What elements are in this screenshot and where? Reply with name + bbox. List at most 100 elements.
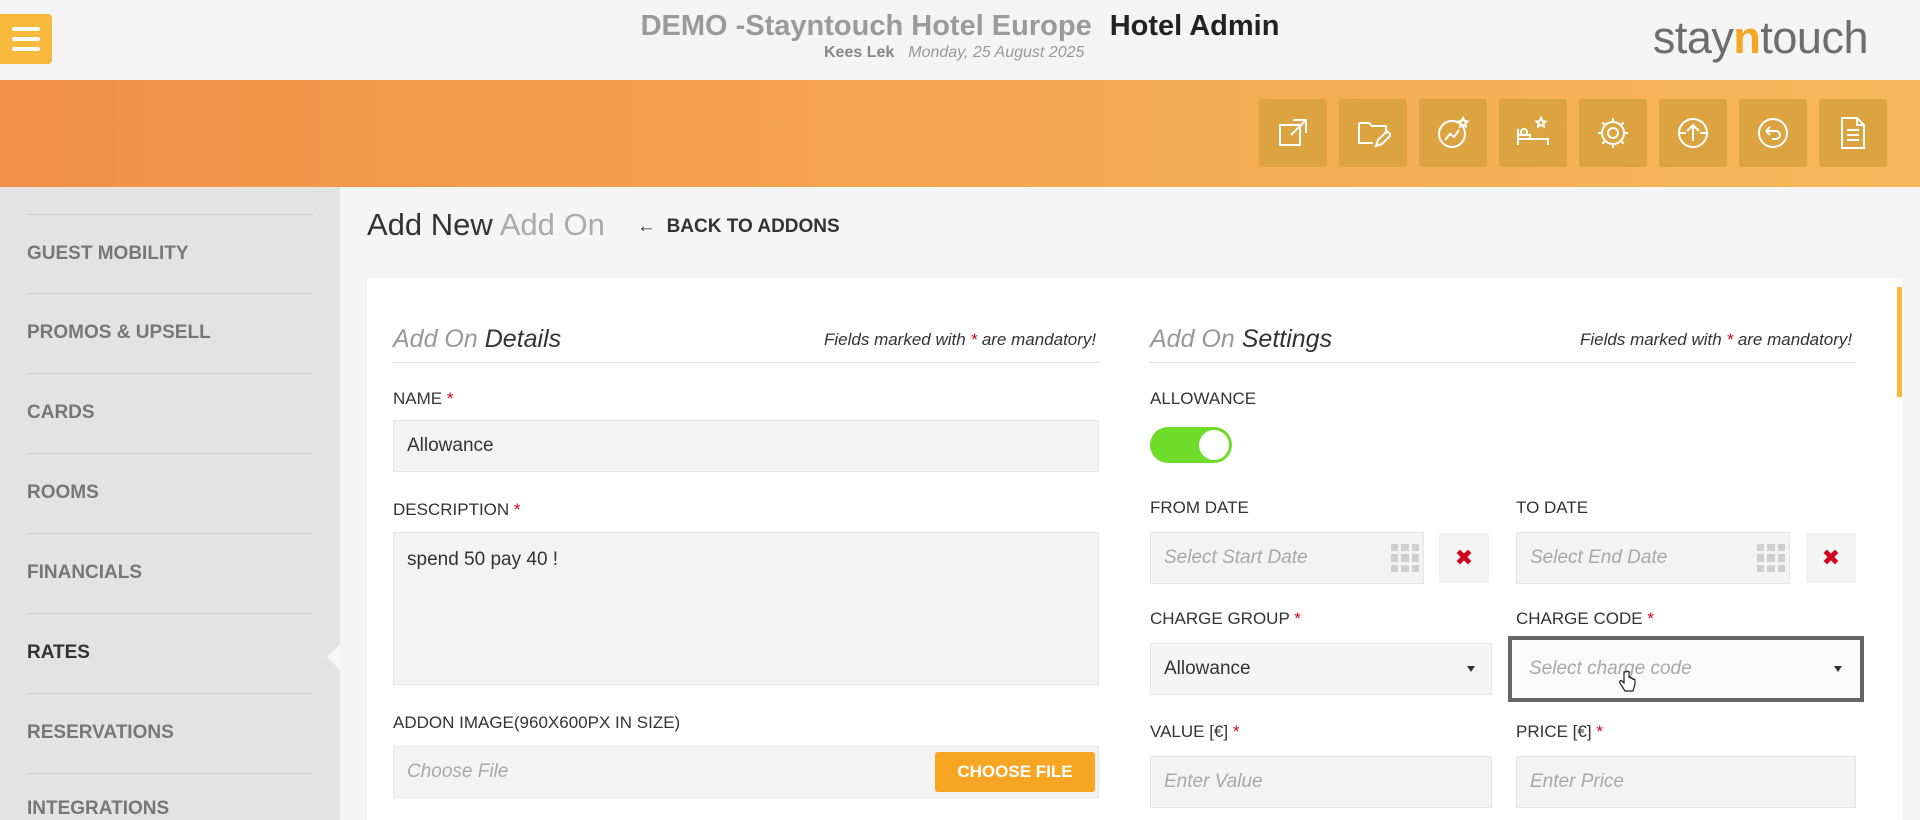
chart-star-icon[interactable] <box>1419 99 1487 167</box>
back-arrow-icon[interactable] <box>1739 99 1807 167</box>
addon-form-card: Add On Details Fields marked with * are … <box>367 279 1902 820</box>
required-star: * <box>513 500 521 519</box>
from-date-placeholder: Select Start Date <box>1164 547 1308 568</box>
close-icon: ✖ <box>1821 545 1841 570</box>
hand-cursor-icon <box>1619 670 1636 692</box>
user-date-line: Kees Lek Monday, 25 August 2025 <box>824 44 1084 62</box>
active-item-indicator <box>327 643 341 671</box>
sidebar-item-financials[interactable]: FINANCIALS <box>27 533 313 612</box>
page-header-title: DEMO -Stayntouch Hotel Europe Hotel Admin <box>0 10 1920 43</box>
choose-file-button[interactable]: CHOOSE FILE <box>935 752 1095 792</box>
settings-title-light: Add On <box>1150 325 1235 353</box>
stayntouch-logo: stayntouch <box>1652 12 1869 64</box>
addon-image-label: ADDON IMAGE(960X600PX IN SIZE) <box>393 713 681 732</box>
name-input[interactable]: Allowance <box>393 420 1099 472</box>
required-star: * <box>1232 722 1240 741</box>
description-label: DESCRIPTION * <box>393 500 521 520</box>
section-divider <box>393 362 1099 363</box>
toggle-knob <box>1199 430 1229 460</box>
bed-star-icon[interactable] <box>1499 99 1567 167</box>
sidebar-item-rates[interactable]: RATES <box>27 613 313 692</box>
chevron-down-icon <box>1834 666 1842 672</box>
page-title: Add New Add On <box>367 207 605 243</box>
required-star: * <box>1596 722 1603 741</box>
app-name: Hotel Admin <box>1109 10 1280 42</box>
back-to-addons-link[interactable]: ← BACK TO ADDONS <box>637 216 840 238</box>
settings-title-dark: Settings <box>1241 325 1333 353</box>
page-title-light: Add On <box>499 207 605 242</box>
charge-code-label: CHARGE CODE * <box>1516 609 1654 629</box>
name-label-text: NAME <box>393 389 443 408</box>
chevron-down-icon <box>1467 666 1475 672</box>
sidebar-item-cards[interactable]: CARDS <box>27 373 313 452</box>
mandatory-note: Fields marked with * are mandatory! <box>824 330 1096 350</box>
mandatory-note-pre: Fields marked with <box>824 330 966 349</box>
to-date-input[interactable]: Select End Date <box>1516 532 1790 584</box>
gear-icon[interactable] <box>1579 99 1647 167</box>
charge-code-label-text: CHARGE CODE <box>1516 609 1643 628</box>
mandatory-note: Fields marked with * are mandatory! <box>1580 330 1852 350</box>
sidebar-item-reservations[interactable]: RESERVATIONS <box>27 693 313 772</box>
value-label: VALUE [€] * <box>1150 722 1239 742</box>
sidebar-item-rooms[interactable]: ROOMS <box>27 453 313 532</box>
charge-group-value: Allowance <box>1164 658 1251 679</box>
charge-group-label: CHARGE GROUP * <box>1150 609 1301 629</box>
external-link-icon[interactable] <box>1259 99 1327 167</box>
mandatory-note-post: are mandatory! <box>1737 330 1853 349</box>
logo-part: stay <box>1652 12 1734 63</box>
hotel-name: DEMO -Stayntouch Hotel Europe <box>640 10 1092 42</box>
sidebar-item-promos-upsell[interactable]: PROMOS & UPSELL <box>27 293 313 372</box>
calendar-icon[interactable] <box>1753 533 1789 583</box>
value-input[interactable]: Enter Value <box>1150 756 1492 808</box>
from-date-label: FROM DATE <box>1150 498 1249 517</box>
scrollbar-thumb[interactable] <box>1897 287 1902 397</box>
logo-part: n <box>1733 12 1761 63</box>
settings-section-title: Add On Settings <box>1150 325 1332 354</box>
logo-part: touch <box>1760 12 1868 63</box>
toolbar-band <box>0 80 1920 187</box>
details-title-dark: Details <box>484 325 562 353</box>
back-arrow-icon: ← <box>637 216 656 237</box>
calendar-icon[interactable] <box>1387 533 1423 583</box>
charge-group-select[interactable]: Allowance <box>1150 643 1492 695</box>
section-divider <box>1150 362 1856 363</box>
sidebar: GUEST MOBILITY PROMOS & UPSELL CARDS ROO… <box>0 187 340 820</box>
description-label-text: DESCRIPTION <box>393 500 510 519</box>
name-label: NAME * <box>393 389 453 409</box>
to-date-label: TO DATE <box>1516 498 1589 517</box>
folder-edit-icon[interactable] <box>1339 99 1407 167</box>
upload-icon[interactable] <box>1659 99 1727 167</box>
clear-from-date-button[interactable]: ✖ <box>1439 533 1489 583</box>
price-input[interactable]: Enter Price <box>1516 756 1856 808</box>
page-title-dark: Add New <box>367 207 493 242</box>
top-header: DEMO -Stayntouch Hotel Europe Hotel Admin… <box>0 0 1920 80</box>
sidebar-item-guest-mobility[interactable]: GUEST MOBILITY <box>27 214 313 293</box>
charge-code-select[interactable]: Select charge code <box>1508 636 1864 702</box>
details-section-title: Add On Details <box>393 325 561 354</box>
mandatory-star: * <box>970 330 978 349</box>
mandatory-note-pre: Fields marked with <box>1580 330 1722 349</box>
back-link-label: BACK TO ADDONS <box>666 216 840 237</box>
charge-group-label-text: CHARGE GROUP <box>1150 609 1290 628</box>
sidebar-item-integrations[interactable]: INTEGRATIONS <box>27 773 313 820</box>
required-star: * <box>1647 609 1654 628</box>
main-content: Add New Add On ← BACK TO ADDONS Add On D… <box>340 187 1920 820</box>
business-date: Monday, 25 August 2025 <box>908 44 1085 61</box>
clear-to-date-button[interactable]: ✖ <box>1806 533 1856 583</box>
charge-code-placeholder: Select charge code <box>1529 658 1692 679</box>
price-label: PRICE [€] * <box>1516 722 1603 742</box>
price-label-text: PRICE [€] <box>1516 722 1592 741</box>
from-date-input[interactable]: Select Start Date <box>1150 532 1424 584</box>
close-icon: ✖ <box>1454 545 1474 570</box>
mandatory-star: * <box>1726 330 1734 349</box>
allowance-label: ALLOWANCE <box>1150 389 1257 408</box>
mandatory-note-post: are mandatory! <box>981 330 1097 349</box>
required-star: * <box>1294 609 1301 628</box>
details-title-light: Add On <box>393 325 478 353</box>
to-date-placeholder: Select End Date <box>1530 547 1668 568</box>
user-name: Kees Lek <box>824 44 895 61</box>
description-textarea[interactable]: spend 50 pay 40 ! <box>393 532 1099 685</box>
required-star: * <box>446 389 454 408</box>
allowance-toggle[interactable] <box>1150 427 1232 463</box>
document-icon[interactable] <box>1819 99 1887 167</box>
